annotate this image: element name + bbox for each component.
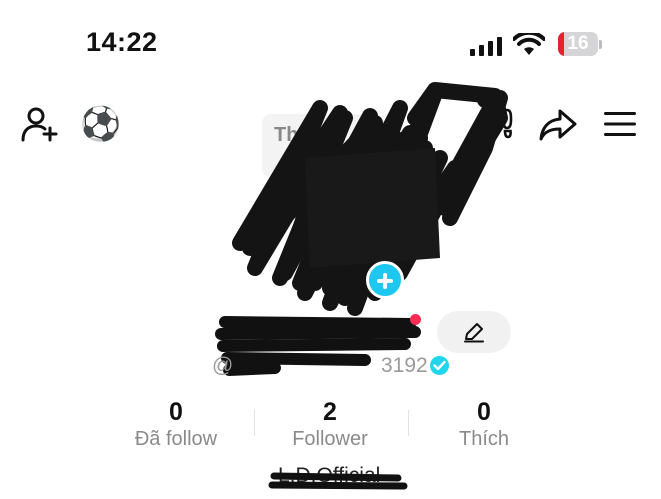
following-stat[interactable]: 0 Đã follow — [96, 398, 256, 451]
add-friend-button[interactable] — [20, 106, 60, 149]
likes-count: 0 — [477, 398, 491, 426]
verified-badge-icon — [430, 356, 449, 375]
likes-label: Thích — [458, 428, 510, 450]
handle-suffix: 3192 — [381, 354, 428, 377]
plus-icon-vertical — [383, 273, 387, 289]
cellular-signal-icon — [470, 37, 502, 56]
following-count: 0 — [169, 398, 183, 426]
battery-indicator: 16 — [558, 32, 598, 56]
status-time: 14:22 — [86, 27, 158, 57]
handle-prefix: @ — [212, 354, 234, 377]
add-user-icon — [21, 107, 58, 142]
followers-count: 2 — [323, 398, 337, 426]
battery-cap — [599, 40, 602, 49]
likes-stat[interactable]: 0 Thích — [404, 398, 564, 451]
wifi-icon — [513, 33, 545, 55]
battery-percent: 16 — [567, 33, 589, 54]
soccer-ball-icon[interactable]: ⚽ — [80, 106, 121, 142]
menu-button[interactable] — [603, 110, 637, 143]
notification-dot — [410, 314, 421, 325]
bio-redaction-scribble — [268, 472, 408, 490]
pencil-icon — [464, 323, 484, 343]
edit-profile-button[interactable] — [437, 311, 511, 353]
following-label: Đã follow — [134, 428, 218, 450]
share-icon — [539, 109, 577, 141]
hamburger-menu-icon — [604, 112, 636, 136]
followers-label: Follower — [292, 428, 368, 450]
share-profile-button[interactable] — [538, 108, 578, 147]
followers-stat[interactable]: 2 Follower — [250, 398, 410, 451]
add-avatar-button[interactable] — [366, 261, 404, 299]
